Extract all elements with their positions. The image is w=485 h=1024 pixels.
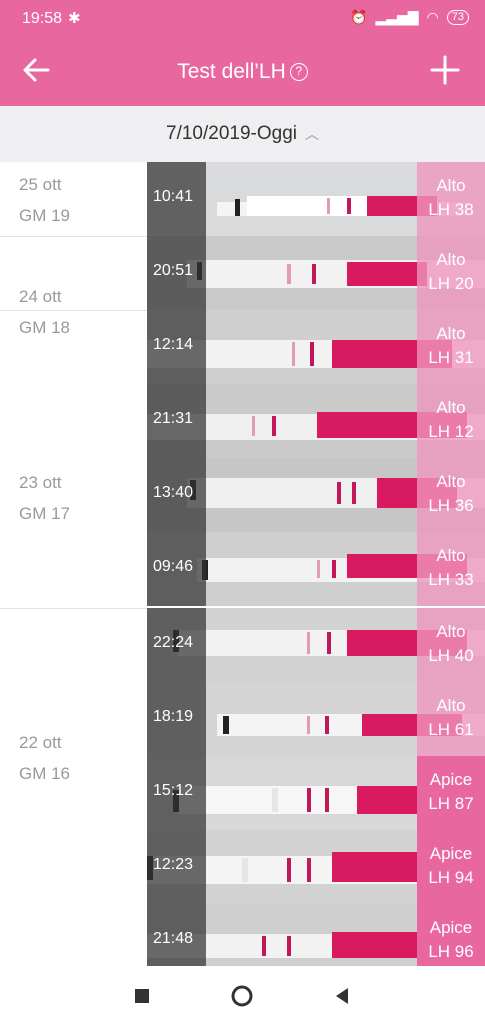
result-lh: LH 20 (428, 274, 474, 293)
status-bar: 19:58 ✱ ⏰ ▂▃▅▇ ◠ 73 (0, 0, 485, 38)
test-row[interactable]: 21:31 Alto LH 12 (147, 384, 485, 458)
result-lh: LH 40 (428, 646, 474, 665)
result-status: Apice (429, 918, 473, 937)
day-date: 24 ott (19, 287, 62, 306)
result-badge: Alto LH 38 (417, 162, 485, 236)
test-row[interactable]: 12:23 Apice LH 94 (147, 830, 485, 904)
result-status: Apice (429, 770, 473, 789)
page-title-text: Test dell’LH (177, 60, 286, 83)
result-status: Alto (436, 696, 466, 715)
result-status: Alto (436, 546, 466, 565)
result-badge: Apice LH 96 (417, 904, 485, 966)
home-icon[interactable] (228, 982, 256, 1010)
help-icon[interactable]: ? (289, 63, 308, 81)
result-status: Alto (436, 472, 466, 491)
chevron-up-icon: ︿ (305, 126, 319, 142)
signal-icon: ▂▃▅▇ (375, 9, 419, 25)
test-time: 12:14 (153, 336, 194, 353)
result-status: Apice (429, 844, 473, 863)
date-range-label: 7/10/2019-Oggi (166, 123, 297, 144)
recents-icon[interactable] (128, 982, 156, 1010)
result-status: Alto (436, 324, 466, 343)
day-cycle: GM 19 (19, 206, 71, 225)
test-time: 21:31 (153, 410, 194, 427)
result-status: Alto (436, 398, 466, 417)
day-date: 22 ott (19, 733, 62, 752)
day-date: 25 ott (19, 175, 62, 194)
test-row[interactable]: 18:19 Alto LH 61 (147, 682, 485, 756)
result-lh: LH 33 (428, 570, 474, 589)
test-time: 13:40 (153, 484, 194, 501)
result-badge: Alto LH 12 (417, 384, 485, 458)
result-badge: Alto LH 36 (417, 458, 485, 532)
result-badge: Alto LH 40 (417, 608, 485, 682)
day-cycle: GM 16 (19, 764, 71, 783)
test-list: 25 ott GM 19 24 ott GM 18 23 ott GM 17 2… (0, 162, 485, 966)
result-lh: LH 96 (428, 942, 474, 961)
test-time: 18:19 (153, 708, 194, 725)
day-group-22: 22 ott GM 16 (0, 608, 147, 966)
result-badge: Alto LH 31 (417, 310, 485, 384)
result-lh: LH 36 (428, 496, 474, 515)
test-row[interactable]: 15:12 Apice LH 87 (147, 756, 485, 830)
test-row[interactable]: 21:48 Apice LH 96 (147, 904, 485, 966)
status-icons: ⏰ ▂▃▅▇ ◠ 73 (350, 9, 469, 26)
result-status: Alto (436, 250, 466, 269)
status-time: 19:58 (22, 10, 63, 27)
day-group-23: 23 ott GM 17 (0, 310, 147, 608)
result-status: Alto (436, 176, 466, 195)
page-title: Test dell’LH? (0, 60, 485, 84)
result-lh: LH 38 (428, 200, 474, 219)
result-badge: Apice LH 94 (417, 830, 485, 904)
result-lh: LH 12 (428, 422, 474, 441)
test-time: 12:23 (153, 856, 194, 873)
result-badge: Alto LH 33 (417, 532, 485, 606)
day-group-24: 24 ott GM 18 (0, 236, 147, 337)
test-time: 21:48 (153, 930, 194, 947)
bluetooth-icon: ✱ (68, 10, 81, 27)
result-badge: Alto LH 61 (417, 682, 485, 756)
test-row[interactable]: 20:51 Alto LH 20 (147, 236, 485, 310)
test-row[interactable]: 10:41 Alto LH 38 (147, 162, 485, 236)
test-row[interactable]: 09:46 Alto LH 33 (147, 532, 485, 606)
date-range-selector[interactable]: 7/10/2019-Oggi ︿ (0, 106, 485, 162)
result-badge: Alto LH 20 (417, 236, 485, 310)
wifi-icon: ◠ (426, 9, 439, 25)
test-time: 20:51 (153, 262, 194, 279)
day-date: 23 ott (19, 473, 62, 492)
result-lh: LH 87 (428, 794, 474, 813)
result-lh: LH 61 (428, 720, 474, 739)
test-time: 15:12 (153, 782, 194, 799)
test-time: 22:24 (153, 634, 194, 651)
test-row[interactable]: 12:14 Alto LH 31 (147, 310, 485, 384)
test-row[interactable]: 22:24 Alto LH 40 (147, 608, 485, 682)
back-nav-icon[interactable] (328, 982, 356, 1010)
test-row[interactable]: 13:40 Alto LH 36 (147, 458, 485, 532)
alarm-icon: ⏰ (350, 9, 368, 25)
result-lh: LH 94 (428, 868, 474, 887)
day-cycle: GM 17 (19, 504, 71, 523)
system-nav-bar (0, 966, 485, 1024)
result-status: Alto (436, 622, 466, 641)
result-badge: Apice LH 87 (417, 756, 485, 830)
add-icon[interactable] (427, 52, 463, 88)
app-bar: Test dell’LH? (0, 38, 485, 106)
test-time: 10:41 (153, 188, 194, 205)
test-time: 09:46 (153, 558, 194, 575)
day-group-25: 25 ott GM 19 (0, 162, 147, 236)
result-lh: LH 31 (428, 348, 474, 367)
battery-icon: 73 (446, 10, 469, 25)
